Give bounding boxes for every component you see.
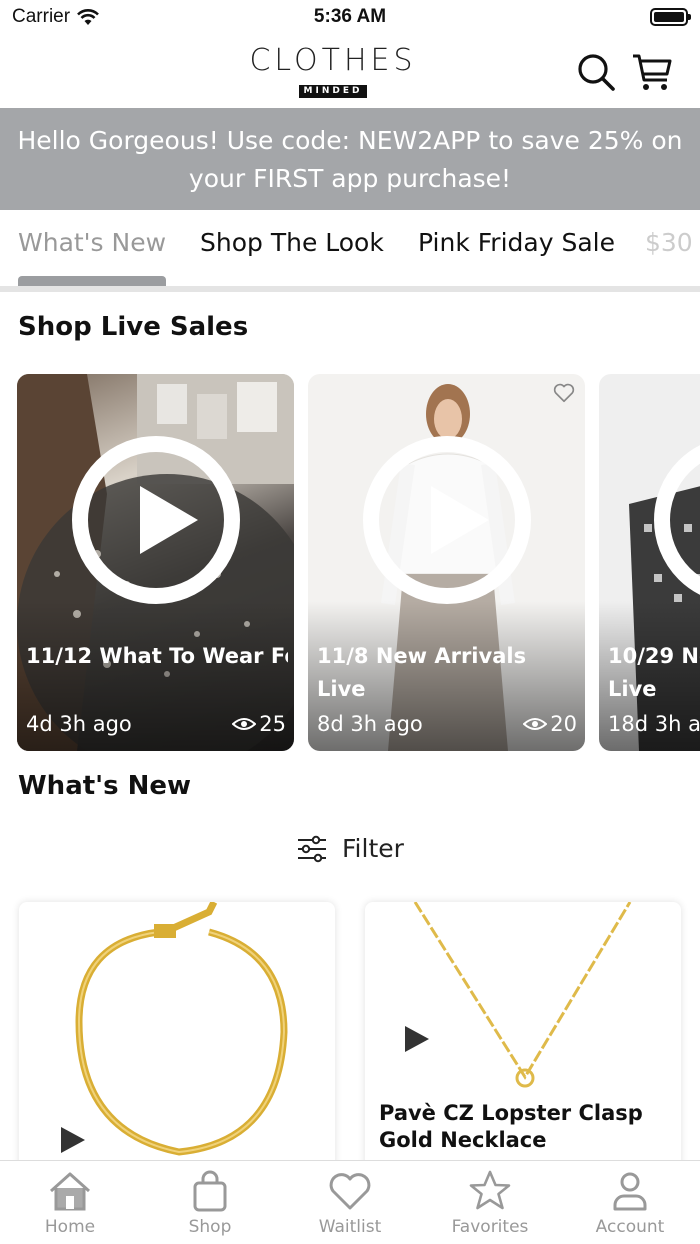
home-icon: [49, 1172, 91, 1211]
tab-waitlist[interactable]: Waitlist: [280, 1169, 420, 1237]
product-card[interactable]: [19, 902, 335, 1172]
play-icon[interactable]: [363, 436, 531, 604]
tab-whats-new[interactable]: What's New: [18, 228, 166, 257]
tab-30[interactable]: $30: [645, 228, 693, 257]
tab-label: Account: [595, 1217, 665, 1237]
product-card[interactable]: Pavè CZ Lopster Clasp Gold Necklace: [365, 902, 681, 1172]
live-sales-carousel[interactable]: 11/12 What To Wear For Your Thanksgivi..…: [0, 374, 700, 752]
live-views: 20: [523, 712, 577, 736]
eye-icon: [523, 718, 548, 730]
tab-shop-the-look[interactable]: Shop The Look: [200, 228, 384, 257]
bag-icon: [193, 1170, 227, 1212]
tab-shop[interactable]: Shop: [140, 1169, 280, 1237]
section-title-live: Shop Live Sales: [18, 312, 249, 342]
live-card[interactable]: 11/12 What To Wear For Your Thanksgivi..…: [17, 374, 294, 751]
battery-icon: [650, 8, 691, 26]
tab-label: Waitlist: [318, 1217, 382, 1237]
section-title-whats-new: What's New: [18, 771, 192, 801]
tab-indicator: [18, 276, 166, 286]
filter-icon: [298, 835, 326, 862]
tab-home[interactable]: Home: [0, 1169, 140, 1237]
tab-label: Favorites: [451, 1217, 529, 1237]
live-time-ago: 8d 3h ago: [317, 712, 423, 736]
product-image: [413, 902, 632, 1088]
tab-favorites[interactable]: Favorites: [420, 1169, 560, 1237]
video-play-icon[interactable]: [61, 1127, 85, 1153]
live-views: 25: [232, 712, 286, 736]
search-button[interactable]: [574, 50, 618, 94]
tab-account[interactable]: Account: [560, 1169, 700, 1237]
live-time-ago: 18d 3h ago: [608, 712, 700, 736]
product-name: Pavè CZ Lopster Clasp Gold Necklace: [379, 1101, 643, 1152]
filter-label: Filter: [342, 834, 404, 863]
cart-button[interactable]: [630, 50, 674, 94]
live-card[interactable]: 10/29 New Arrivals Live 18d 3h ago: [599, 374, 700, 751]
app-header: CLOTHES MINDED: [0, 36, 700, 108]
live-time-ago: 4d 3h ago: [26, 712, 132, 736]
brand-logo[interactable]: CLOTHES MINDED: [248, 44, 418, 98]
search-icon: [578, 54, 615, 91]
live-card[interactable]: 11/8 New Arrivals Live 8d 3h ago 20: [308, 374, 585, 751]
eye-icon: [232, 718, 257, 730]
promo-banner[interactable]: Hello Gorgeous! Use code: NEW2APP to sav…: [0, 108, 700, 210]
status-bar: Carrier 5:36 AM: [0, 0, 700, 36]
person-icon: [613, 1172, 647, 1211]
star-icon: [469, 1170, 511, 1210]
clock: 5:36 AM: [313, 6, 387, 27]
live-title: 10/29 New Arrivals Live: [608, 644, 700, 701]
heart-icon[interactable]: [553, 382, 575, 404]
tab-label: Shop: [188, 1217, 232, 1237]
bottom-tab-bar: Home Shop Waitlist Favorites Account: [0, 1160, 700, 1244]
logo-word: CLOTHES: [249, 43, 417, 78]
play-icon[interactable]: [72, 436, 240, 604]
view-count: 25: [259, 712, 286, 736]
tab-label: Home: [44, 1217, 96, 1237]
cart-icon: [633, 54, 672, 90]
live-title: 11/8 New Arrivals Live: [317, 644, 527, 701]
live-title: 11/12 What To Wear For Your Thanksgivi..…: [26, 644, 288, 668]
logo-sub: MINDED: [298, 85, 368, 98]
tab-pink-friday-sale[interactable]: Pink Friday Sale: [418, 228, 615, 257]
filter-button[interactable]: Filter: [296, 834, 404, 863]
heart-icon: [329, 1173, 371, 1210]
view-count: 20: [550, 712, 577, 736]
category-tabs: What's New Shop The Look Pink Friday Sal…: [0, 210, 700, 292]
video-play-icon[interactable]: [405, 1026, 429, 1052]
